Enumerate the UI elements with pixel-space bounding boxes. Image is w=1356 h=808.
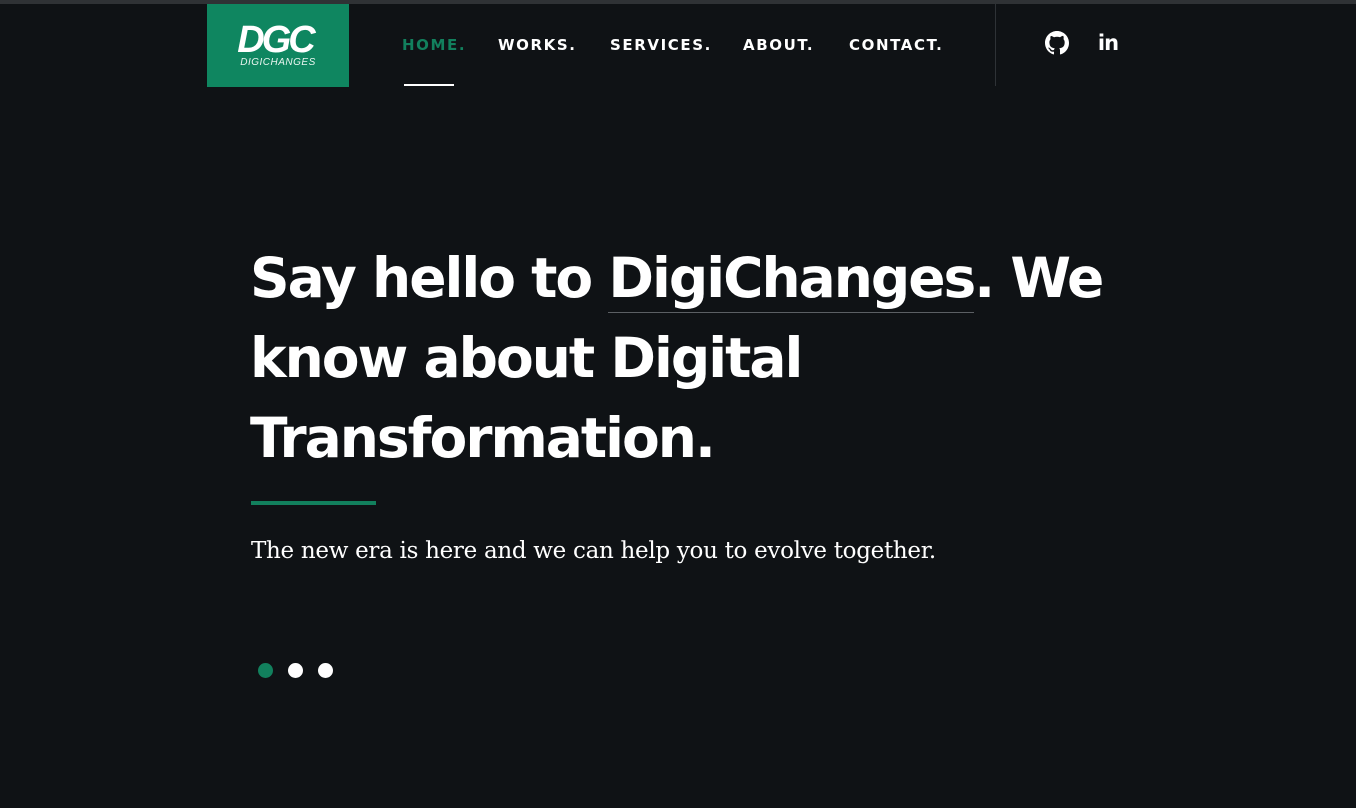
linkedin-link[interactable]: in <box>1095 30 1121 56</box>
slider-dot-3[interactable] <box>318 663 333 678</box>
nav-works[interactable]: WORKS. <box>498 36 577 54</box>
hero-subtext: The new era is here and we can help you … <box>251 538 936 564</box>
nav-home[interactable]: HOME. <box>402 36 466 54</box>
nav-contact[interactable]: CONTACT. <box>849 36 943 54</box>
header-divider <box>995 4 996 86</box>
top-strip <box>0 0 1356 4</box>
linkedin-icon: in <box>1097 31 1119 55</box>
github-link[interactable] <box>1044 30 1070 56</box>
hero-headline: Say hello to DigiChanges. We know about … <box>250 238 1110 478</box>
headline-brand-link[interactable]: DigiChanges <box>608 246 976 313</box>
slider-dots <box>258 663 333 678</box>
accent-rule <box>251 501 376 505</box>
active-nav-underline <box>404 84 454 86</box>
site-logo[interactable]: DGC DIGICHANGES <box>207 4 349 87</box>
logo-mark: DGC <box>237 18 315 61</box>
github-icon <box>1045 31 1069 55</box>
logo-wordmark: DIGICHANGES <box>240 56 316 68</box>
slider-dot-2[interactable] <box>288 663 303 678</box>
nav-about[interactable]: ABOUT. <box>743 36 814 54</box>
headline-pre: Say hello to <box>250 246 609 310</box>
nav-services[interactable]: SERVICES. <box>610 36 712 54</box>
slider-dot-1[interactable] <box>258 663 273 678</box>
